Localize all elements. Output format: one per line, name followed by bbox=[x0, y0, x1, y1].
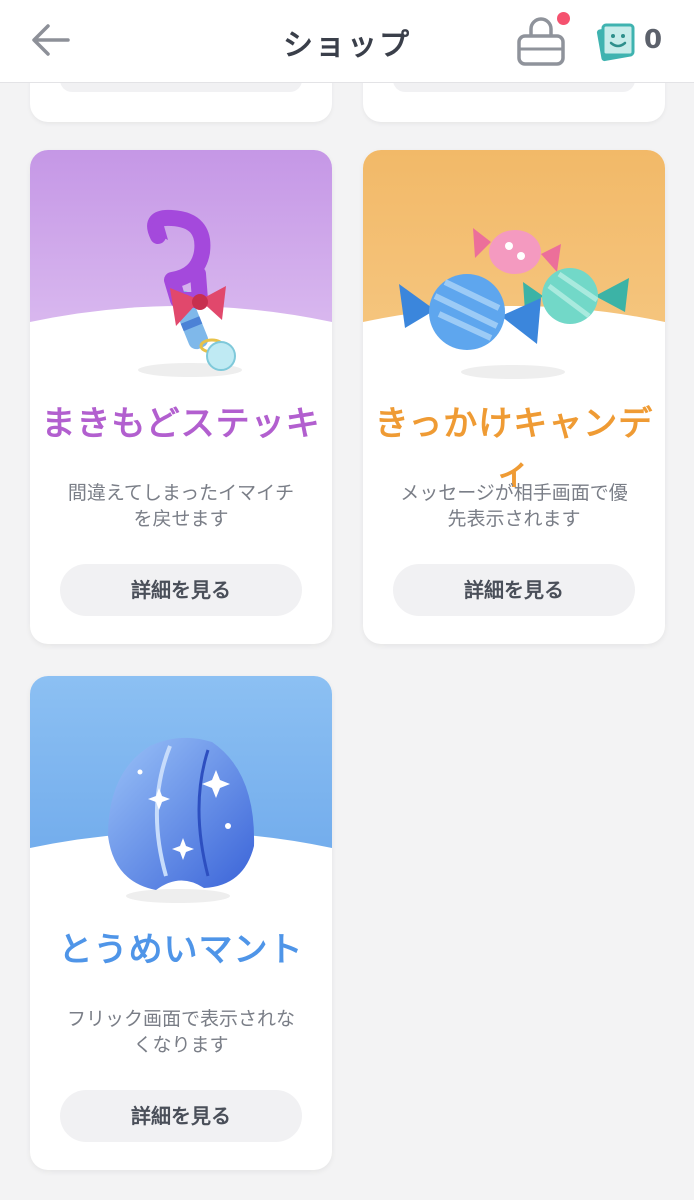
previous-card-bottom bbox=[30, 78, 332, 122]
item-name: まきもどステッキ bbox=[41, 404, 321, 444]
shop-item-card[interactable]: とうめいマント フリック画面で表示されなくなります 詳細を見る bbox=[30, 676, 332, 1170]
ticket-count: 0 bbox=[644, 25, 663, 55]
app-header: ショップ 0 bbox=[0, 0, 694, 83]
item-name: きっかけキャンディ bbox=[374, 404, 654, 493]
shopping-bag-button[interactable] bbox=[512, 12, 574, 70]
magic-wand-illustration bbox=[30, 150, 332, 390]
item-description: フリック画面で表示されなくなります bbox=[66, 1008, 295, 1056]
candy-illustration bbox=[363, 150, 665, 390]
invisibility-cloak-illustration bbox=[30, 676, 332, 916]
page-title: ショップ bbox=[283, 28, 411, 63]
ticket-icon bbox=[596, 23, 635, 62]
previous-card-bottom bbox=[363, 78, 665, 122]
details-button[interactable]: 詳細を見る bbox=[60, 564, 302, 616]
shop-item-card[interactable]: きっかけキャンディ メッセージが相手画面で優先表示されます 詳細を見る bbox=[363, 150, 665, 644]
details-button[interactable]: 詳細を見る bbox=[393, 564, 635, 616]
shop-item-card[interactable]: まきもどステッキ 間違えてしまったイマイチを戻せます 詳細を見る bbox=[30, 150, 332, 644]
item-description: メッセージが相手画面で優先表示されます bbox=[400, 482, 628, 530]
item-description: 間違えてしまったイマイチを戻せます bbox=[67, 482, 295, 530]
notification-dot bbox=[557, 12, 570, 25]
item-name: とうめいマント bbox=[58, 930, 304, 970]
details-button[interactable]: 詳細を見る bbox=[60, 1090, 302, 1142]
